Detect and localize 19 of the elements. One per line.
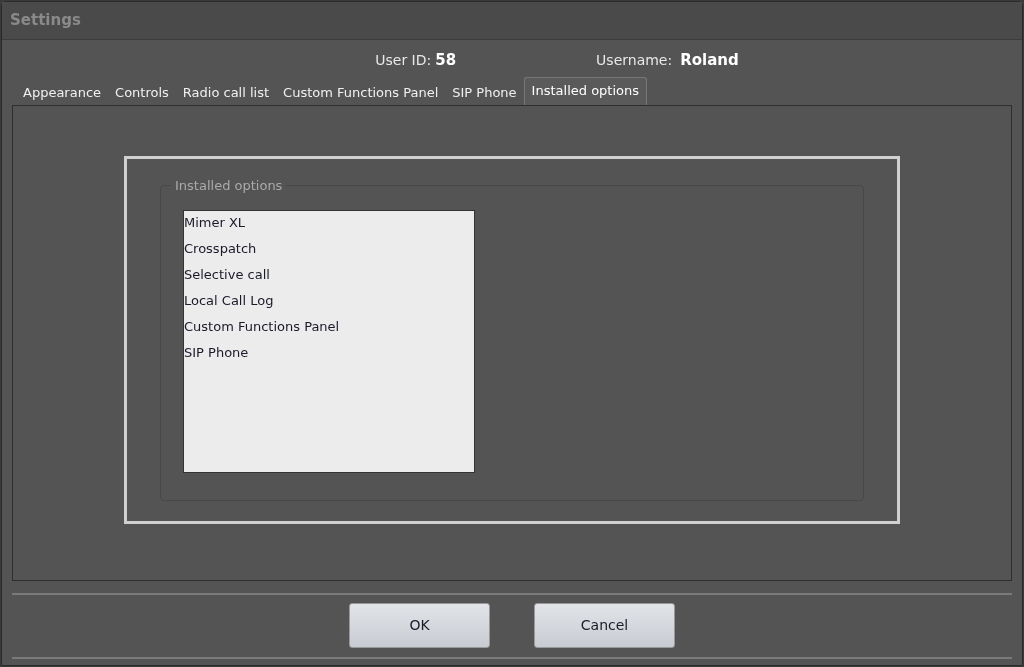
tab[interactable]: Appearance	[16, 80, 109, 105]
dialog-button[interactable]: Cancel	[534, 603, 675, 648]
user-id-label: User ID:	[375, 51, 432, 70]
tab[interactable]: Installed options	[523, 76, 647, 105]
user-id-value: 58	[435, 50, 457, 71]
tab[interactable]: Controls	[108, 80, 176, 105]
window-title: Settings	[10, 10, 81, 32]
list-item[interactable]: SIP Phone	[184, 340, 474, 367]
list-item[interactable]: Crosspatch	[184, 236, 474, 263]
tab[interactable]: SIP Phone	[445, 80, 524, 105]
dialog-button[interactable]: OK	[349, 603, 490, 648]
tab[interactable]: Radio call list	[175, 80, 277, 105]
list-item[interactable]: Custom Functions Panel	[184, 314, 474, 341]
tab[interactable]: Custom Functions Panel	[276, 80, 446, 105]
username-label: Username:	[596, 51, 673, 70]
list-item[interactable]: Selective call	[184, 262, 474, 289]
list-item[interactable]: Mimer XL	[184, 210, 474, 237]
list-item[interactable]: Local Call Log	[184, 288, 474, 315]
username-value: Roland	[680, 50, 739, 71]
